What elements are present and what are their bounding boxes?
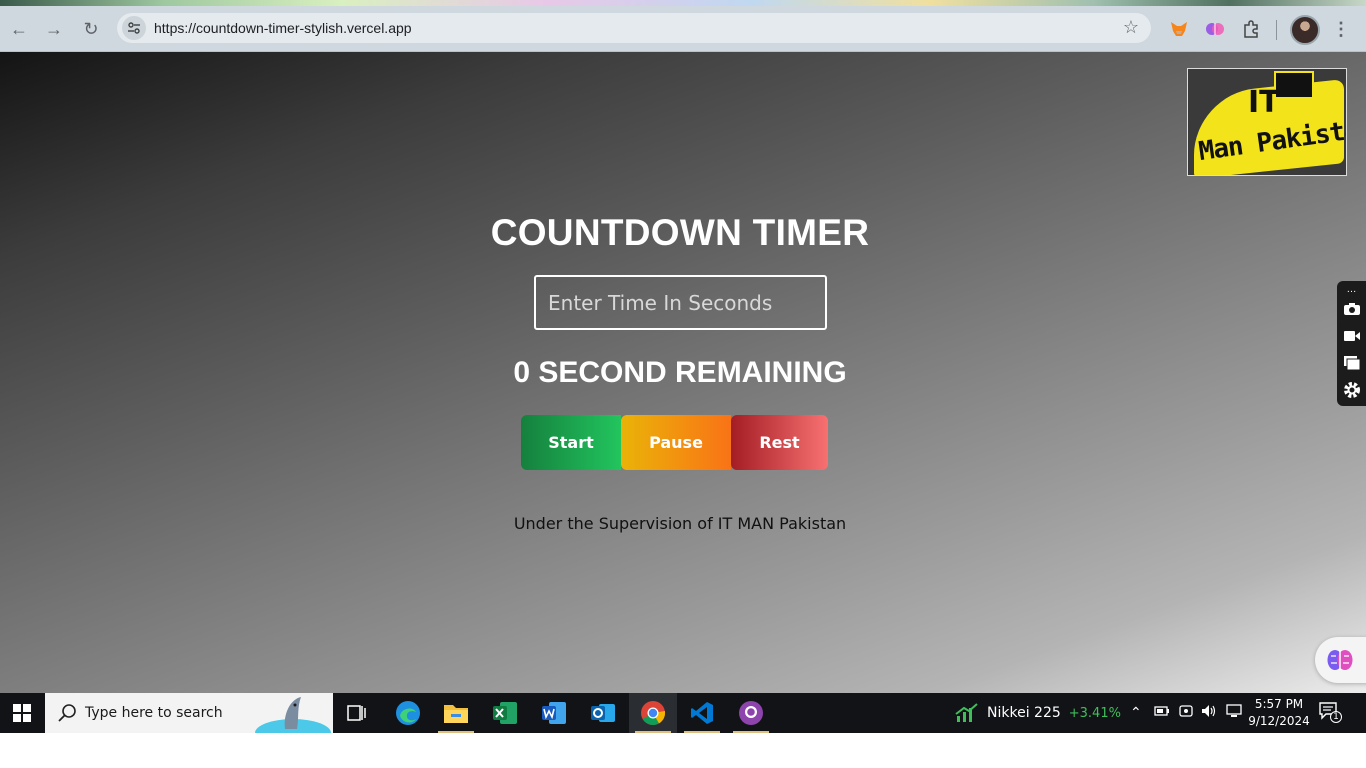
browser-toolbar: ← → ↻ https://countdown-timer-stylish.ve… xyxy=(0,6,1366,52)
task-view-button[interactable] xyxy=(333,693,381,733)
volume-icon[interactable] xyxy=(1201,704,1217,721)
ticker-name: Nikkei 225 xyxy=(987,705,1061,721)
dolphin-illustration-icon xyxy=(255,697,331,733)
pause-button[interactable]: Pause xyxy=(621,415,731,470)
reset-button[interactable]: Rest xyxy=(731,415,828,470)
windows-capture-icon[interactable] xyxy=(1341,352,1362,373)
notification-count-badge: 1 xyxy=(1330,711,1342,723)
below-taskbar-blank xyxy=(0,733,1366,768)
screen-capture-toolbar: … xyxy=(1337,281,1366,406)
url-text: https://countdown-timer-stylish.vercel.a… xyxy=(154,20,412,36)
network-icon[interactable] xyxy=(1226,704,1242,721)
it-man-pakistan-logo: IT Man Pakistan xyxy=(1187,68,1347,176)
brain-icon xyxy=(1327,650,1353,670)
settings-gear-icon[interactable] xyxy=(1341,379,1362,400)
clock-time: 5:57 PM xyxy=(1254,697,1304,711)
forward-button[interactable]: → xyxy=(40,15,68,43)
vscode-icon xyxy=(691,702,713,724)
metamask-extension-icon[interactable] xyxy=(1168,18,1190,40)
meet-now-icon[interactable] xyxy=(1179,704,1193,721)
github-desktop-icon xyxy=(739,701,763,725)
start-button-windows[interactable] xyxy=(0,693,44,733)
bookmark-star-icon[interactable]: ☆ xyxy=(1123,17,1139,38)
taskbar-vscode[interactable] xyxy=(678,693,726,733)
camera-icon[interactable] xyxy=(1341,298,1362,319)
capture-toolbar-menu-icon[interactable]: … xyxy=(1341,283,1362,295)
supervision-credit: Under the Supervision of IT MAN Pakistan xyxy=(513,514,847,533)
taskbar-excel[interactable] xyxy=(481,693,529,733)
ticker-change: +3.41% xyxy=(1068,705,1121,721)
task-view-icon xyxy=(347,705,366,721)
word-icon xyxy=(542,702,566,724)
reload-icon: ↻ xyxy=(83,18,99,39)
brain-extension-icon[interactable] xyxy=(1204,18,1226,40)
folder-icon xyxy=(444,705,468,723)
profile-avatar[interactable] xyxy=(1290,15,1320,45)
extensions-puzzle-icon[interactable] xyxy=(1240,18,1262,40)
edge-icon xyxy=(396,701,420,725)
taskbar-search-box[interactable]: Type here to search xyxy=(45,693,333,733)
search-icon xyxy=(58,704,76,722)
taskbar-chrome[interactable] xyxy=(629,693,677,733)
remaining-time-display: 0 SECOND REMAINING xyxy=(513,356,847,389)
page-viewport: IT Man Pakistan COUNTDOWN TIMER 0 SECOND… xyxy=(0,52,1366,693)
page-title: COUNTDOWN TIMER xyxy=(490,212,870,253)
reload-button[interactable]: ↻ xyxy=(77,15,105,43)
toolbar-divider xyxy=(1276,20,1277,40)
arrow-left-icon: ← xyxy=(10,18,28,39)
taskbar-file-explorer[interactable] xyxy=(432,693,480,733)
brain-assistant-button[interactable] xyxy=(1315,637,1366,683)
kebab-menu-icon: ⋮ xyxy=(1332,18,1350,39)
search-placeholder: Type here to search xyxy=(85,705,223,721)
notification-center-button[interactable]: 1 xyxy=(1318,701,1344,725)
start-button[interactable]: Start xyxy=(521,415,621,470)
battery-icon[interactable] xyxy=(1154,704,1170,720)
address-bar[interactable]: https://countdown-timer-stylish.vercel.a… xyxy=(117,13,1151,43)
taskbar-outlook[interactable] xyxy=(579,693,627,733)
video-camera-icon[interactable] xyxy=(1341,325,1362,346)
chrome-icon xyxy=(641,701,666,726)
windows-taskbar: Type here to search Nikkei 225 +3.41% ⌃ … xyxy=(0,693,1366,733)
excel-icon xyxy=(493,702,517,724)
stock-chart-icon xyxy=(955,703,978,722)
taskbar-github-desktop[interactable] xyxy=(727,693,775,733)
windows-logo-icon xyxy=(13,704,31,722)
outlook-icon xyxy=(591,704,615,722)
clock-date: 9/12/2024 xyxy=(1248,714,1310,728)
site-info-button[interactable] xyxy=(122,16,146,40)
taskbar-edge[interactable] xyxy=(384,693,432,733)
back-button[interactable]: ← xyxy=(5,15,33,43)
browser-menu-button[interactable]: ⋮ xyxy=(1327,15,1355,43)
seconds-input[interactable] xyxy=(534,275,827,330)
show-hidden-icons-chevron-up-icon[interactable]: ⌃ xyxy=(1130,704,1142,721)
taskbar-word[interactable] xyxy=(530,693,578,733)
arrow-right-icon: → xyxy=(45,18,63,39)
stock-ticker-widget[interactable]: Nikkei 225 +3.41% xyxy=(955,703,1121,723)
system-clock[interactable]: 5:57 PM 9/12/2024 xyxy=(1246,696,1312,730)
logo-text-it: IT xyxy=(1248,85,1280,120)
tune-icon xyxy=(128,22,140,34)
